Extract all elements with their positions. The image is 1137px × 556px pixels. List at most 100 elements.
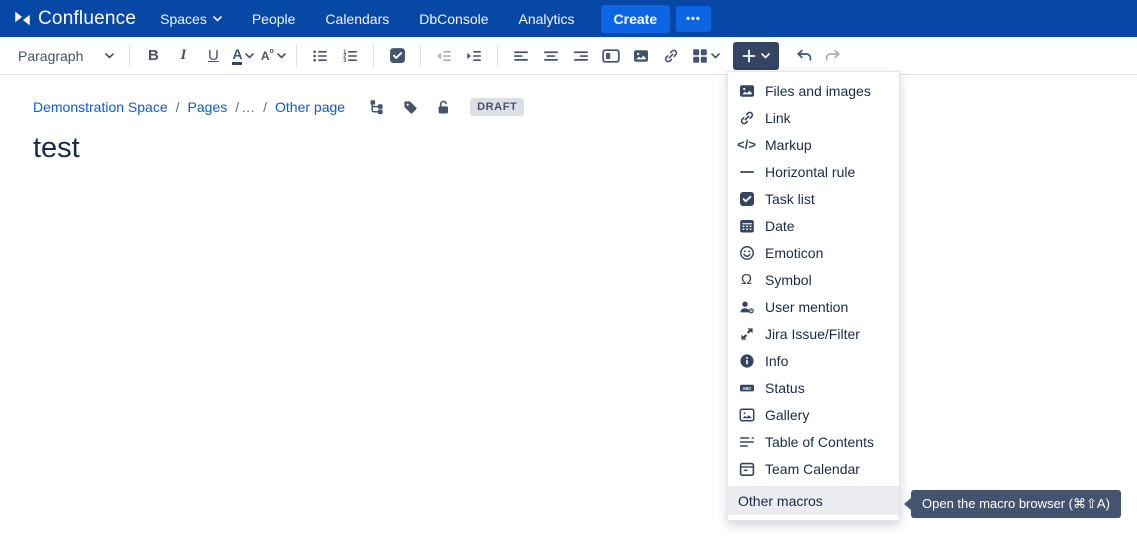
menu-item-task-list[interactable]: Task list xyxy=(728,185,899,212)
indent-button[interactable] xyxy=(460,42,488,70)
confluence-home-link[interactable]: Confluence xyxy=(14,8,136,30)
breadcrumb: Demonstration Space / Pages / … / Other … xyxy=(33,96,1137,118)
insert-image-button[interactable] xyxy=(627,42,655,70)
nav-item-dbconsole[interactable]: DbConsole xyxy=(419,11,488,27)
menu-item-jira-issue-filter[interactable]: Jira Issue/Filter xyxy=(728,320,899,347)
align-center-button[interactable] xyxy=(537,42,565,70)
menu-item-emoticon[interactable]: Emoticon xyxy=(728,239,899,266)
align-left-button[interactable] xyxy=(507,42,535,70)
align-right-button[interactable] xyxy=(567,42,595,70)
text-color-icon: A xyxy=(232,47,242,65)
menu-item-team-calendar[interactable]: Team Calendar xyxy=(728,455,899,482)
menu-item-markup[interactable]: </> Markup xyxy=(728,131,899,158)
page-layout-button[interactable] xyxy=(597,42,625,70)
chevron-down-icon xyxy=(245,53,254,59)
labels-tag-icon[interactable] xyxy=(401,98,419,116)
menu-item-link[interactable]: Link xyxy=(728,104,899,131)
breadcrumb-pages-link[interactable]: Pages xyxy=(188,99,228,115)
text-color-dropdown[interactable]: A xyxy=(229,42,257,70)
menu-item-table-of-contents[interactable]: Table of Contents xyxy=(728,428,899,455)
page-title[interactable]: test xyxy=(33,132,1137,165)
chevron-down-icon xyxy=(213,16,222,22)
app-navbar: Confluence Spaces People Calendars DbCon… xyxy=(0,0,1137,37)
brand-title: Confluence xyxy=(38,8,136,30)
tooltip-text: Open the macro browser (⌘⇧A) xyxy=(922,496,1110,511)
chevron-down-icon xyxy=(105,53,114,59)
menu-item-label: Table of Contents xyxy=(765,434,874,450)
task-list-button[interactable] xyxy=(383,42,411,70)
toolbar-separator xyxy=(129,45,130,67)
link-icon xyxy=(738,110,755,126)
nav-item-spaces[interactable]: Spaces xyxy=(160,11,222,27)
menu-item-label: Symbol xyxy=(765,272,812,288)
insert-link-button[interactable] xyxy=(657,42,685,70)
editor-toolbar: Paragraph B I U A Ao 123 xyxy=(0,37,1137,75)
menu-item-files-and-images[interactable]: Files and images xyxy=(728,77,899,104)
menu-item-label: Emoticon xyxy=(765,245,823,261)
underline-button[interactable]: U xyxy=(199,42,227,70)
outdent-button[interactable] xyxy=(430,42,458,70)
menu-item-date[interactable]: Date xyxy=(728,212,899,239)
toolbar-separator xyxy=(373,45,374,67)
chevron-down-icon xyxy=(711,53,720,59)
user-mention-icon xyxy=(738,299,755,315)
toc-icon xyxy=(738,434,755,450)
redo-button[interactable] xyxy=(819,42,847,70)
more-formatting-dropdown[interactable]: Ao xyxy=(259,42,287,70)
insert-more-content-dropdown[interactable] xyxy=(733,42,779,70)
menu-item-label: Files and images xyxy=(765,83,871,99)
macro-browser-tooltip: Open the macro browser (⌘⇧A) xyxy=(911,490,1121,518)
jira-icon xyxy=(738,326,755,342)
unlocked-icon[interactable] xyxy=(434,98,452,116)
menu-item-label: Team Calendar xyxy=(765,461,860,477)
image-icon xyxy=(738,83,755,99)
task-list-icon xyxy=(738,191,755,207)
italic-button[interactable]: I xyxy=(169,42,197,70)
numbered-list-button[interactable]: 123 xyxy=(336,42,364,70)
page-tree-location-icon[interactable] xyxy=(368,98,386,116)
navbar-more-button[interactable]: ••• xyxy=(676,6,711,32)
confluence-logo-icon xyxy=(14,11,31,26)
bullet-list-button[interactable] xyxy=(306,42,334,70)
nav-item-analytics[interactable]: Analytics xyxy=(519,11,575,27)
navbar-menu: Spaces People Calendars DbConsole Analyt… xyxy=(160,11,574,27)
toolbar-separator xyxy=(497,45,498,67)
menu-item-label: Gallery xyxy=(765,407,809,423)
breadcrumb-separator: / xyxy=(263,99,267,115)
menu-item-gallery[interactable]: Gallery xyxy=(728,401,899,428)
status-icon: ABC xyxy=(738,380,755,396)
nav-item-calendars[interactable]: Calendars xyxy=(325,11,389,27)
markup-icon: </> xyxy=(738,137,755,153)
date-icon xyxy=(738,218,755,234)
menu-item-status[interactable]: ABC Status xyxy=(728,374,899,401)
emoticon-icon xyxy=(738,245,755,261)
menu-item-label: Date xyxy=(765,218,795,234)
menu-item-info[interactable]: Info xyxy=(728,347,899,374)
menu-item-label: Task list xyxy=(765,191,815,207)
gallery-icon xyxy=(738,407,755,423)
menu-item-symbol[interactable]: Ω Symbol xyxy=(728,266,899,293)
navbar-actions: Create ••• xyxy=(601,5,711,33)
nav-item-people[interactable]: People xyxy=(252,11,296,27)
undo-button[interactable] xyxy=(789,42,817,70)
create-button[interactable]: Create xyxy=(601,5,671,33)
tooltip-arrow xyxy=(904,498,911,510)
paragraph-style-dropdown[interactable]: Paragraph xyxy=(12,44,120,68)
plus-icon xyxy=(742,49,756,63)
menu-item-horizontal-rule[interactable]: Horizontal rule xyxy=(728,158,899,185)
paragraph-style-label: Paragraph xyxy=(18,48,83,64)
bold-button[interactable]: B xyxy=(139,42,167,70)
breadcrumb-collapsed-item[interactable]: … xyxy=(241,99,255,115)
breadcrumb-space-link[interactable]: Demonstration Space xyxy=(33,99,168,115)
breadcrumb-parent-page-link[interactable]: Other page xyxy=(275,99,345,115)
chevron-down-icon xyxy=(761,53,770,59)
page-meta-icons xyxy=(368,98,452,116)
menu-item-label: Status xyxy=(765,380,805,396)
insert-table-dropdown[interactable] xyxy=(687,42,725,70)
menu-item-user-mention[interactable]: User mention xyxy=(728,293,899,320)
menu-item-other-macros[interactable]: Other macros xyxy=(728,487,899,515)
menu-item-label: Info xyxy=(765,353,788,369)
horizontal-rule-icon xyxy=(738,164,755,180)
more-formatting-icon: Ao xyxy=(261,49,274,63)
draft-status-badge: DRAFT xyxy=(470,98,524,116)
